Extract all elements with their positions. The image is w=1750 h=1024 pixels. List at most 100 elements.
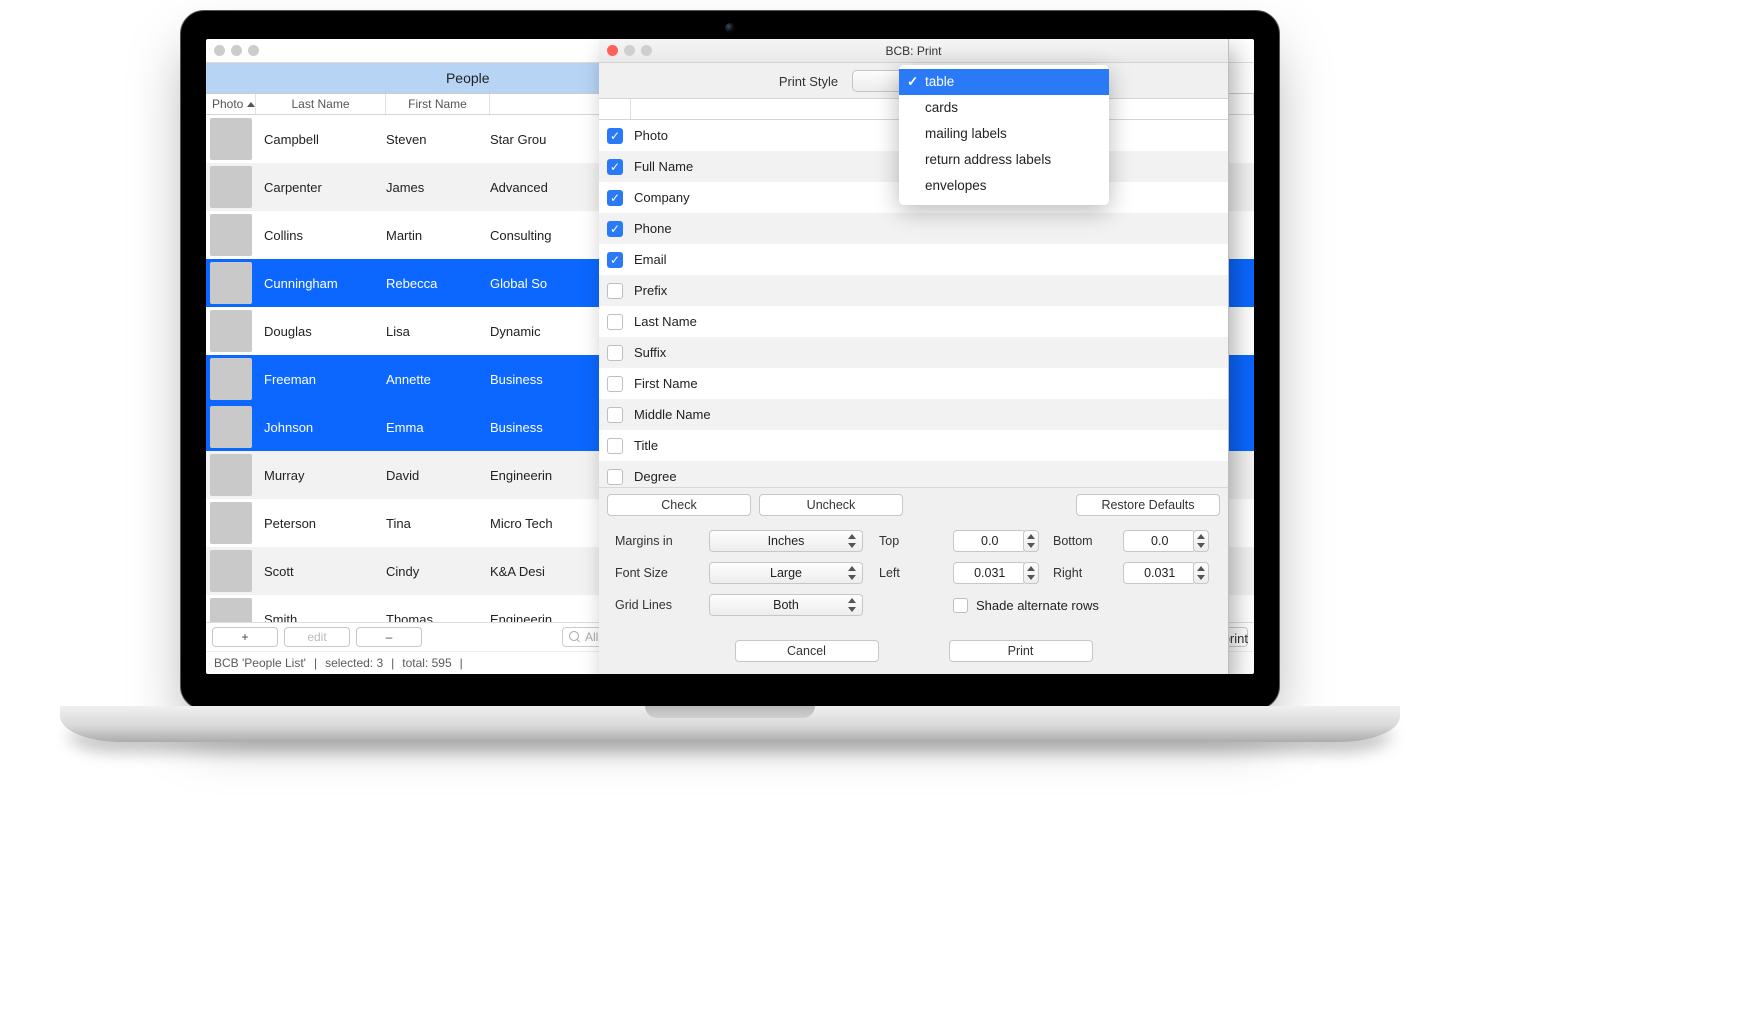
right-input[interactable]: 0.031 bbox=[1123, 562, 1196, 584]
field-label: Middle Name bbox=[634, 407, 1220, 422]
col-firstname[interactable]: First Name bbox=[386, 94, 490, 114]
restore-defaults-button[interactable]: Restore Defaults bbox=[1076, 494, 1220, 516]
style-option[interactable]: return address labels bbox=[899, 147, 1109, 173]
cell-firstname: Tina bbox=[386, 516, 490, 531]
field-checkbox[interactable] bbox=[607, 407, 623, 423]
shade-checkbox[interactable] bbox=[953, 598, 968, 613]
print-style-dropdown: tablecardsmailing labelsreturn address l… bbox=[899, 65, 1109, 205]
grid-label: Grid Lines bbox=[615, 598, 695, 612]
print-style-row: Print Style tablecardsmailing labelsretu… bbox=[599, 63, 1228, 98]
field-row[interactable]: Phone bbox=[599, 213, 1228, 244]
style-option[interactable]: envelopes bbox=[899, 173, 1109, 199]
remove-button[interactable]: – bbox=[356, 627, 422, 647]
bottom-input[interactable]: 0.0 bbox=[1123, 530, 1196, 552]
bottom-stepper[interactable] bbox=[1193, 530, 1209, 552]
edit-button[interactable]: edit bbox=[284, 627, 350, 647]
add-button[interactable]: + bbox=[212, 627, 278, 647]
cell-firstname: Steven bbox=[386, 132, 490, 147]
top-stepper[interactable] bbox=[1023, 530, 1039, 552]
style-option[interactable]: mailing labels bbox=[899, 121, 1109, 147]
field-row[interactable]: Suffix bbox=[599, 337, 1228, 368]
right-stepper[interactable] bbox=[1193, 562, 1209, 584]
field-row[interactable]: Email bbox=[599, 244, 1228, 275]
dialog-close-icon[interactable] bbox=[607, 45, 618, 56]
field-checkbox[interactable] bbox=[607, 469, 623, 485]
field-row[interactable]: Middle Name bbox=[599, 399, 1228, 430]
field-checkbox[interactable] bbox=[607, 314, 623, 330]
margins-label: Margins in bbox=[615, 534, 695, 548]
field-checkbox[interactable] bbox=[607, 345, 623, 361]
search-icon bbox=[569, 631, 581, 643]
cell-firstname: Cindy bbox=[386, 564, 490, 579]
field-label: First Name bbox=[634, 376, 1220, 391]
avatar bbox=[210, 550, 252, 592]
cell-firstname: James bbox=[386, 180, 490, 195]
select-arrows-icon bbox=[848, 598, 856, 612]
zoom-icon[interactable] bbox=[248, 45, 259, 56]
cell-lastname: Smith bbox=[256, 612, 386, 623]
field-checkbox[interactable] bbox=[607, 159, 623, 175]
print-controls: Margins in Inches Top 0.0 Bottom 0.0 Fon… bbox=[599, 522, 1228, 630]
field-row[interactable]: Prefix bbox=[599, 275, 1228, 306]
cancel-button[interactable]: Cancel bbox=[735, 640, 879, 662]
cell-firstname: David bbox=[386, 468, 490, 483]
status-total: total: 595 bbox=[402, 656, 451, 670]
field-label: Email bbox=[634, 252, 1220, 267]
uncheck-button[interactable]: Uncheck bbox=[759, 494, 903, 516]
top-input[interactable]: 0.0 bbox=[953, 530, 1026, 552]
close-icon[interactable] bbox=[214, 45, 225, 56]
print-button[interactable]: Print bbox=[949, 640, 1093, 662]
avatar bbox=[210, 214, 252, 256]
field-checkbox[interactable] bbox=[607, 221, 623, 237]
margins-unit-value: Inches bbox=[768, 534, 805, 548]
avatar bbox=[210, 502, 252, 544]
field-buttons: Check Uncheck Restore Defaults bbox=[599, 487, 1228, 522]
status-list: BCB 'People List' bbox=[214, 656, 306, 670]
shade-row: Shade alternate rows bbox=[953, 598, 1209, 613]
field-row[interactable]: Degree bbox=[599, 461, 1228, 487]
shade-label: Shade alternate rows bbox=[976, 598, 1099, 613]
cell-firstname: Emma bbox=[386, 420, 490, 435]
field-label: Degree bbox=[634, 469, 1220, 484]
field-checkbox[interactable] bbox=[607, 190, 623, 206]
font-size-select[interactable]: Large bbox=[709, 562, 863, 584]
field-label: Suffix bbox=[634, 345, 1220, 360]
col-photo-label: Photo bbox=[212, 97, 243, 111]
avatar bbox=[210, 262, 252, 304]
field-checkbox[interactable] bbox=[607, 438, 623, 454]
grid-lines-select[interactable]: Both bbox=[709, 594, 863, 616]
font-size-value: Large bbox=[770, 566, 802, 580]
field-row[interactable]: Title bbox=[599, 430, 1228, 461]
field-label: Prefix bbox=[634, 283, 1220, 298]
margins-unit-select[interactable]: Inches bbox=[709, 530, 863, 552]
style-option[interactable]: cards bbox=[899, 95, 1109, 121]
check-button[interactable]: Check bbox=[607, 494, 751, 516]
left-input[interactable]: 0.031 bbox=[953, 562, 1026, 584]
cell-lastname: Murray bbox=[256, 468, 386, 483]
field-checkbox[interactable] bbox=[607, 283, 623, 299]
cell-lastname: Collins bbox=[256, 228, 386, 243]
screen-bezel: People Companies Photo Last Name First N… bbox=[180, 10, 1280, 710]
style-option[interactable]: table bbox=[899, 69, 1109, 95]
left-label: Left bbox=[879, 566, 939, 580]
field-row[interactable]: Last Name bbox=[599, 306, 1228, 337]
dialog-titlebar: BCB: Print bbox=[599, 39, 1228, 63]
col-lastname[interactable]: Last Name bbox=[256, 94, 386, 114]
avatar bbox=[210, 310, 252, 352]
font-label: Font Size bbox=[615, 566, 695, 580]
avatar bbox=[210, 598, 252, 622]
right-label: Right bbox=[1053, 566, 1109, 580]
field-row[interactable]: First Name bbox=[599, 368, 1228, 399]
cell-firstname: Martin bbox=[386, 228, 490, 243]
field-checkbox[interactable] bbox=[607, 376, 623, 392]
field-checkbox[interactable] bbox=[607, 252, 623, 268]
left-stepper[interactable] bbox=[1023, 562, 1039, 584]
col-photo[interactable]: Photo bbox=[206, 94, 256, 114]
cell-lastname: Scott bbox=[256, 564, 386, 579]
minimize-icon[interactable] bbox=[231, 45, 242, 56]
cell-lastname: Campbell bbox=[256, 132, 386, 147]
cell-firstname: Lisa bbox=[386, 324, 490, 339]
field-checkbox[interactable] bbox=[607, 128, 623, 144]
dialog-footer: Cancel Print bbox=[599, 630, 1228, 674]
avatar bbox=[210, 166, 252, 208]
